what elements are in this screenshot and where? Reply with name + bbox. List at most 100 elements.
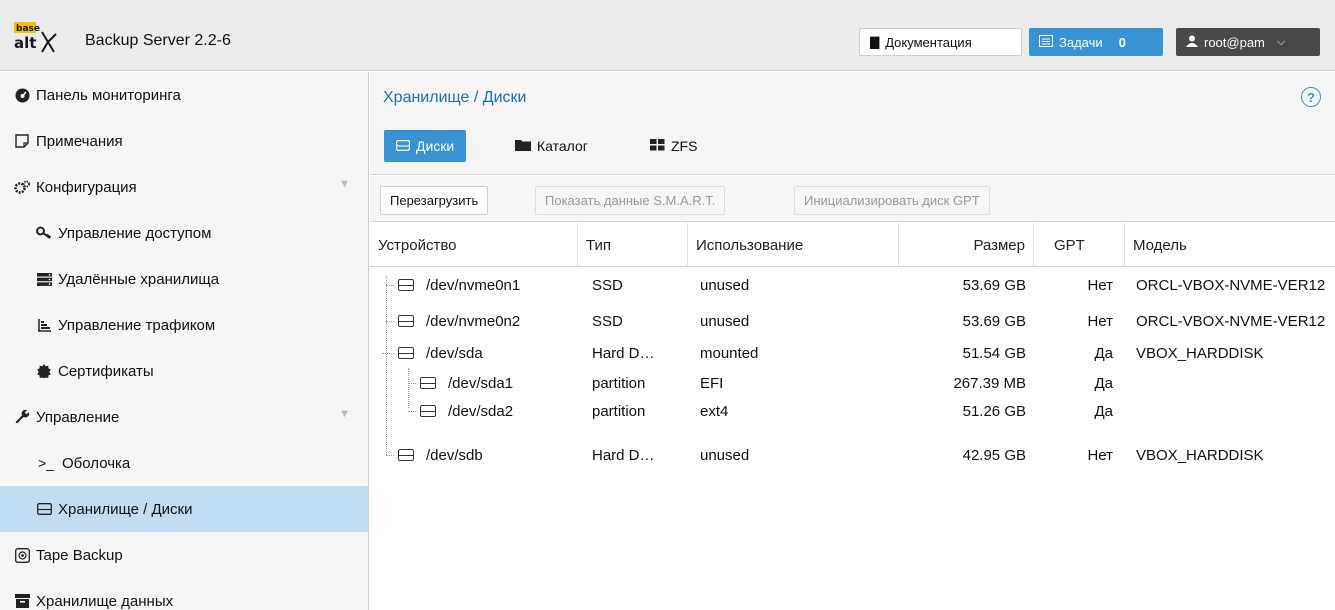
app-title: Backup Server 2.2-6 <box>85 32 231 49</box>
column-header-type[interactable]: Тип <box>578 223 688 267</box>
column-header-usage[interactable]: Использование <box>688 223 899 267</box>
toolbar: Перезагрузить Показать данные S.M.A.R.T.… <box>370 176 1335 222</box>
column-header-device[interactable]: Устройство <box>370 223 578 267</box>
disk-size: 51.54 GB <box>962 344 1026 362</box>
table-row[interactable]: /dev/sda1 partition EFI 267.39 MB Да <box>370 370 1335 396</box>
show-smart-button[interactable]: Показать данные S.M.A.R.T. <box>535 186 726 215</box>
sidebar-item-label: Управление <box>36 408 120 426</box>
archive-icon <box>14 593 30 609</box>
sidebar-item-administration[interactable]: Управление ▼ <box>0 394 368 440</box>
table-header: Устройство Тип Использование Размер GPT … <box>370 223 1335 267</box>
disk-usage: unused <box>700 446 750 464</box>
table-row[interactable]: /dev/nvme0n1 SSD unused 53.69 GB Нет ORC… <box>370 272 1335 298</box>
sidebar: Панель мониторинга Примечания Конфигурац… <box>0 72 369 610</box>
book-icon: ▇ <box>870 35 880 49</box>
sidebar-item-label: Хранилище данных <box>36 592 174 610</box>
tab-label: Каталог <box>537 138 588 154</box>
tab-label: Диски <box>416 138 455 154</box>
tasks-label: Задачи <box>1059 34 1103 50</box>
disk-type: SSD <box>592 312 623 330</box>
sidebar-item-storage-disks[interactable]: Хранилище / Диски <box>0 486 368 532</box>
disk-icon <box>420 405 436 417</box>
sidebar-item-dashboard[interactable]: Панель мониторинга <box>0 72 368 118</box>
tasks-count: 0 <box>1118 34 1126 50</box>
disk-size: 42.95 GB <box>962 446 1026 464</box>
chevron-down-icon[interactable]: ▼ <box>339 408 350 420</box>
device-name: /dev/sda <box>426 344 483 362</box>
help-icon[interactable]: ? <box>1301 87 1321 107</box>
disk-size: 51.26 GB <box>962 402 1026 420</box>
table-row[interactable]: /dev/sda Hard D… mounted 51.54 GB Да VBO… <box>370 340 1335 366</box>
tab-label: ZFS <box>671 138 698 154</box>
disk-gpt: Нет <box>1087 312 1113 330</box>
column-header-model[interactable]: Модель <box>1125 223 1335 267</box>
traffic-icon <box>36 317 52 333</box>
documentation-button[interactable]: ▇ Документация <box>859 28 1022 56</box>
disk-usage: unused <box>700 276 750 294</box>
disk-size: 267.39 MB <box>953 374 1026 392</box>
disk-model: VBOX_HARDDISK <box>1136 446 1264 464</box>
sidebar-item-label: Управление трафиком <box>58 316 216 334</box>
disk-usage: mounted <box>700 344 759 362</box>
sidebar-item-tape-backup[interactable]: Tape Backup <box>0 532 368 578</box>
sidebar-item-certificates[interactable]: Сертификаты <box>0 348 368 394</box>
disk-icon <box>398 449 414 461</box>
top-header: base alt Backup Server 2.2-6 ▇ Документа… <box>0 0 1335 71</box>
sidebar-item-label: Tape Backup <box>36 546 123 564</box>
disk-model <box>1136 398 1335 424</box>
tab-disks[interactable]: Диски <box>384 130 467 162</box>
basealt-logo: base alt <box>12 20 60 54</box>
chevron-down-icon: ⌵ <box>1276 35 1286 48</box>
sidebar-item-label: Хранилище / Диски <box>58 500 193 518</box>
disk-icon <box>36 501 52 517</box>
table-row[interactable]: /dev/sda2 partition ext4 51.26 GB Да <box>370 398 1335 424</box>
column-header-gpt[interactable]: GPT <box>1034 223 1125 267</box>
title-bar: Хранилище / Диски ? Диски Каталог ZFS <box>370 72 1335 175</box>
key-icon <box>36 225 52 241</box>
sidebar-item-label: Удалённые хранилища <box>58 270 220 288</box>
logo-text-bottom: alt <box>14 34 36 52</box>
init-gpt-button[interactable]: Инициализировать диск GPT <box>794 186 990 215</box>
column-header-size[interactable]: Размер <box>899 223 1034 267</box>
disk-icon <box>420 377 436 389</box>
device-name: /dev/nvme0n2 <box>426 312 521 330</box>
sidebar-item-label: Конфигурация <box>36 178 137 196</box>
sidebar-item-notes[interactable]: Примечания <box>0 118 368 164</box>
sidebar-item-label: Примечания <box>36 132 123 150</box>
sidebar-item-configuration[interactable]: Конфигурация ▼ <box>0 164 368 210</box>
disk-type: partition <box>592 374 646 392</box>
disk-size: 53.69 GB <box>962 276 1026 294</box>
sidebar-item-shell[interactable]: >_ Оболочка <box>0 440 368 486</box>
certificate-icon <box>36 363 52 379</box>
tab-zfs[interactable]: ZFS <box>650 130 697 162</box>
sidebar-item-access-control[interactable]: Управление доступом <box>0 210 368 256</box>
server-icon <box>36 271 52 287</box>
disk-type: partition <box>592 402 646 420</box>
sidebar-item-label: Сертификаты <box>58 362 154 380</box>
disk-size: 53.69 GB <box>962 312 1026 330</box>
sidebar-item-label: Панель мониторинга <box>36 86 181 104</box>
disk-model: VBOX_HARDDISK <box>1136 344 1264 362</box>
device-name: /dev/nvme0n1 <box>426 276 521 294</box>
table-row[interactable]: /dev/sdb Hard D… unused 42.95 GB Нет VBO… <box>370 442 1335 468</box>
user-menu-button[interactable]: root@pam ⌵ <box>1176 28 1320 56</box>
disk-model <box>1136 370 1335 396</box>
tab-directory[interactable]: Каталог <box>515 130 588 162</box>
sidebar-item-datastore[interactable]: Хранилище данных <box>0 578 368 610</box>
user-label: root@pam <box>1204 34 1265 50</box>
disk-gpt: Да <box>1094 344 1113 362</box>
disk-usage: ext4 <box>700 402 729 420</box>
sidebar-item-remotes[interactable]: Удалённые хранилища <box>0 256 368 302</box>
chevron-down-icon[interactable]: ▼ <box>339 178 350 190</box>
device-name: /dev/sda1 <box>448 374 514 392</box>
reload-button[interactable]: Перезагрузить <box>380 186 489 215</box>
disk-gpt: Нет <box>1087 276 1113 294</box>
disk-gpt: Да <box>1094 402 1113 420</box>
terminal-icon: >_ <box>38 455 54 471</box>
table-row[interactable]: /dev/nvme0n2 SSD unused 53.69 GB Нет ORC… <box>370 308 1335 334</box>
disk-type: Hard D… <box>592 446 655 464</box>
sidebar-item-traffic-control[interactable]: Управление трафиком <box>0 302 368 348</box>
notes-icon <box>14 133 30 149</box>
tasks-button[interactable]: Задачи 0 <box>1029 28 1163 56</box>
device-name: /dev/sda2 <box>448 402 514 420</box>
